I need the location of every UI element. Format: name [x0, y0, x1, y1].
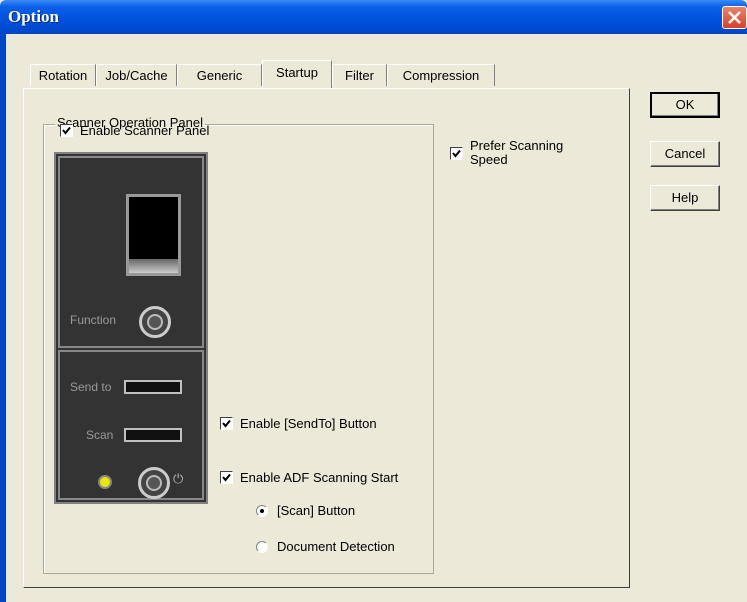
help-button[interactable]: Help: [650, 185, 720, 211]
enable-adf-label: Enable ADF Scanning Start: [240, 470, 399, 485]
scan-slot-icon: [124, 428, 182, 442]
checkbox-box[interactable]: [60, 124, 73, 137]
tab-rotation[interactable]: Rotation: [30, 64, 96, 86]
tab-startup[interactable]: Startup: [262, 60, 332, 88]
close-icon: [728, 11, 741, 24]
radio-circle[interactable]: [256, 504, 268, 517]
option-dialog: Option Rotation Job/Cache Generic Startu…: [0, 0, 747, 602]
cancel-button[interactable]: Cancel: [650, 141, 720, 167]
radio-scan-button-label: [Scan] Button: [277, 503, 356, 518]
checkmark-icon: [452, 149, 461, 158]
window-frame-left: [0, 34, 6, 602]
scanner-lower-section: Send to Scan ⏻: [58, 350, 204, 500]
function-button-icon: [139, 306, 171, 338]
scan-label: Scan: [86, 428, 114, 442]
prefer-scanning-speed-line1: Prefer Scanning: [470, 138, 564, 153]
tab-filter[interactable]: Filter: [332, 64, 387, 86]
radio-document-detection[interactable]: Document Detection: [256, 539, 395, 554]
enable-sendto-checkbox[interactable]: Enable [SendTo] Button: [220, 416, 377, 431]
title-bar[interactable]: Option: [0, 0, 747, 34]
tab-job-cache[interactable]: Job/Cache: [96, 64, 177, 86]
tab-generic[interactable]: Generic: [177, 64, 262, 86]
tab-compression[interactable]: Compression: [387, 64, 495, 86]
close-button[interactable]: [722, 6, 747, 29]
checkmark-icon: [62, 126, 71, 135]
checkbox-box[interactable]: [220, 417, 233, 430]
power-button-icon: [138, 467, 170, 499]
scanner-upper-section: Function: [58, 156, 204, 348]
power-symbol-icon: ⏻: [173, 471, 184, 486]
enable-adf-checkbox[interactable]: Enable ADF Scanning Start: [220, 470, 398, 485]
radio-scan-button[interactable]: [Scan] Button: [256, 503, 355, 518]
checkmark-icon: [222, 419, 231, 428]
radio-document-detection-label: Document Detection: [277, 539, 395, 554]
scanner-panel-graphic: Function Send to Scan ⏻: [54, 152, 208, 504]
lcd-display: [126, 194, 181, 276]
checkbox-box[interactable]: [220, 471, 233, 484]
prefer-scanning-speed-checkbox[interactable]: Prefer Scanning Speed: [450, 139, 563, 167]
enable-scanner-panel-checkbox[interactable]: Enable Scanner Panel: [60, 123, 209, 138]
ok-button[interactable]: OK: [650, 92, 720, 118]
sendto-label: Send to: [70, 380, 112, 394]
led-indicator-icon: [98, 475, 112, 489]
prefer-scanning-speed-label: Prefer Scanning Speed: [470, 139, 563, 167]
enable-scanner-panel-label: Enable Scanner Panel: [80, 123, 210, 138]
function-label: Function: [70, 313, 117, 327]
window-title: Option: [8, 7, 60, 26]
prefer-scanning-speed-line2: Speed: [470, 152, 508, 167]
radio-circle[interactable]: [256, 540, 268, 553]
checkmark-icon: [222, 473, 231, 482]
enable-sendto-label: Enable [SendTo] Button: [240, 416, 377, 431]
sendto-slot-icon: [124, 380, 182, 394]
checkbox-box[interactable]: [450, 147, 463, 160]
